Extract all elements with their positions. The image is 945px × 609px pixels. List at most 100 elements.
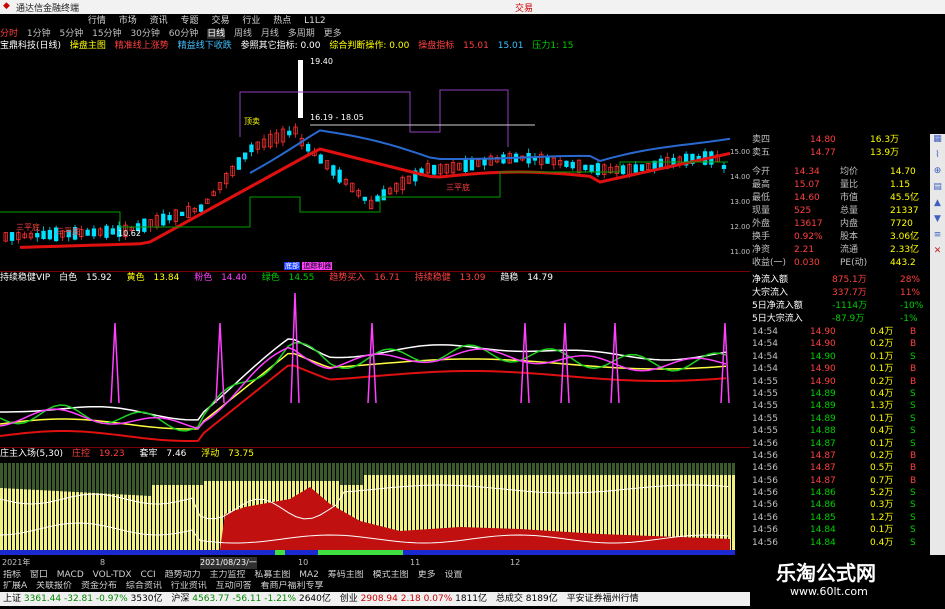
bar-segment (172, 485, 175, 551)
period-tab[interactable]: 多周期 (288, 29, 315, 39)
bar-segment (168, 485, 171, 551)
period-tab[interactable]: 分时 (0, 29, 18, 39)
time-strip-mark (318, 550, 403, 555)
bar-segment (28, 463, 31, 490)
bar-segment (316, 463, 319, 481)
flow-value: 337.7万 (832, 288, 867, 298)
period-tab[interactable]: 5分钟 (60, 29, 84, 39)
bar-segment (8, 463, 11, 489)
menu-item-hot[interactable]: 热点 (268, 14, 296, 28)
indicator-tab[interactable]: MA2 (296, 570, 322, 581)
trade-link[interactable]: 交易 (515, 1, 533, 14)
bar-segment (568, 463, 571, 475)
menu-item-l1l2[interactable]: L1L2 (299, 14, 330, 28)
toolbar-alert-icon[interactable]: ✕ (930, 246, 945, 262)
bar-segment (344, 463, 347, 485)
indicator-tab[interactable]: 指标 (0, 570, 24, 581)
series-value: 13.84 (153, 273, 180, 283)
menu-item-hq[interactable]: 行情 (83, 14, 111, 28)
period-tab[interactable]: 周线 (234, 29, 252, 39)
period-tab[interactable]: 月线 (261, 29, 279, 39)
indicator-tab[interactable]: 模式主图 (370, 570, 412, 581)
mid-indicator-chart[interactable] (0, 283, 750, 445)
extension-tab[interactable]: 关联报价 (33, 581, 75, 592)
menu-item-market[interactable]: 市场 (114, 14, 142, 28)
toolbar-down-icon[interactable]: ▼ (930, 214, 945, 230)
right-toolbar: ▦ ⌇ ⊕ ▤ ▲ ▼ ≡ ✕ (930, 134, 945, 564)
period-tab[interactable]: 15分钟 (92, 29, 121, 39)
main-price-chart[interactable]: 19.40 16.19 - 18.05 10.62 顶卖 三平底 三平底 三平底… (0, 52, 750, 270)
extension-tab[interactable]: 资金分布 (78, 581, 120, 592)
bar-segment (36, 463, 39, 490)
period-tab[interactable]: 60分钟 (169, 29, 198, 39)
bar-segment (676, 463, 679, 475)
indicator-tab[interactable]: 设置 (441, 570, 465, 581)
extension-tab[interactable]: 综合资讯 (123, 581, 165, 592)
toolbar-line-icon[interactable]: ⌇ (930, 150, 945, 166)
bar-segment (356, 463, 359, 485)
menu-bar: 行情 市场 资讯 专题 交易 行业 热点 L1L2 (0, 14, 750, 28)
bar-segment (172, 463, 175, 485)
indicator-tab[interactable]: 趋势动力 (162, 570, 204, 581)
toolbar-grid-icon[interactable]: ▤ (930, 182, 945, 198)
bar-segment (724, 463, 727, 475)
bar-segment (588, 463, 591, 475)
badge-group: 底部 追踪利器 (284, 262, 333, 271)
period-tab[interactable]: 1分钟 (27, 29, 51, 39)
indicator-tab[interactable]: VOL-TDX (90, 570, 135, 581)
bar-segment (72, 491, 75, 551)
menu-item-industry[interactable]: 行业 (237, 14, 265, 28)
date-axis: 2021年 8 2021/08/23/一 10 11 12 (0, 557, 750, 569)
bar-segment (684, 463, 687, 475)
toolbar-up-icon[interactable]: ▲ (930, 198, 945, 214)
extension-tab[interactable]: 扩展A (0, 581, 30, 592)
indicator-tab[interactable]: 主力监控 (206, 570, 248, 581)
indicator-tab[interactable]: 私募主图 (251, 570, 293, 581)
extension-tab[interactable]: 互动问答 (213, 581, 255, 592)
period-tab[interactable]: 30分钟 (130, 29, 159, 39)
bottom-indicator-chart[interactable]: 2021年 (0, 459, 750, 559)
bar-segment (180, 485, 183, 551)
tick-side: S (910, 525, 916, 536)
indicator-label[interactable]: 操盘主图 (70, 41, 106, 51)
period-tab[interactable]: 更多 (324, 29, 342, 39)
series-value: 14.79 (527, 273, 553, 283)
bar-segment (604, 463, 607, 475)
stock-label[interactable]: 宝鼎科技(日线) (0, 41, 61, 51)
tick-time: 14:54 (752, 364, 778, 375)
book-volume: 16.3万 (870, 135, 900, 145)
extension-tab[interactable]: 看商户福利专享 (258, 581, 327, 592)
toolbar-search-icon[interactable]: ⊕ (930, 166, 945, 182)
index-item[interactable]: 创业 2908.94 2.18 0.07% 1811亿 (337, 594, 493, 604)
flow-label: 净流入额 (752, 275, 789, 285)
indicator-tab[interactable]: MACD (54, 570, 87, 581)
index-item[interactable]: 沪深 4563.77 -56.11 -1.21% 2640亿 (168, 594, 336, 604)
bar-segment (620, 463, 623, 475)
main-chart-header: 宝鼎科技(日线) 操盘主图 精准线上涨势 精益线下收跌 参照其它指标: 0.00… (0, 40, 750, 52)
toolbar-list-icon[interactable]: ≡ (930, 230, 945, 246)
book-price: 14.77 (810, 148, 836, 158)
index-item[interactable]: 上证 3361.44 -32.81 -0.97% 3530亿 (0, 594, 168, 604)
menu-item-topic[interactable]: 专题 (176, 14, 204, 28)
toolbar-chart-icon[interactable]: ▦ (930, 134, 945, 150)
extension-tab[interactable]: 行业资讯 (168, 581, 210, 592)
indicator-tab[interactable]: 筹码主图 (325, 570, 367, 581)
period-tab-active[interactable]: 日线 (207, 29, 226, 39)
tick-side: B (910, 450, 917, 461)
mid-chart-title[interactable]: 持续稳健VIP (0, 273, 50, 283)
tick-price: 14.87 (810, 450, 836, 461)
bar-segment (228, 463, 231, 481)
bar-segment (432, 463, 435, 475)
bar-segment (52, 490, 55, 551)
bottom-chart-title[interactable]: 庄主入场(5,30) (0, 449, 63, 459)
indicator-tab[interactable]: 窗口 (27, 570, 51, 581)
tick-row: 14:56 14.85 1.2万 S (750, 512, 930, 524)
indicator-tab[interactable]: 更多 (415, 570, 439, 581)
tick-side: S (910, 401, 916, 412)
bar-segment (688, 463, 691, 475)
flow-value: -1114万 (832, 301, 868, 311)
indicator-tab[interactable]: CCI (137, 570, 158, 581)
menu-item-trade[interactable]: 交易 (206, 14, 234, 28)
menu-item-news[interactable]: 资讯 (145, 14, 173, 28)
bar-segment (52, 463, 55, 491)
